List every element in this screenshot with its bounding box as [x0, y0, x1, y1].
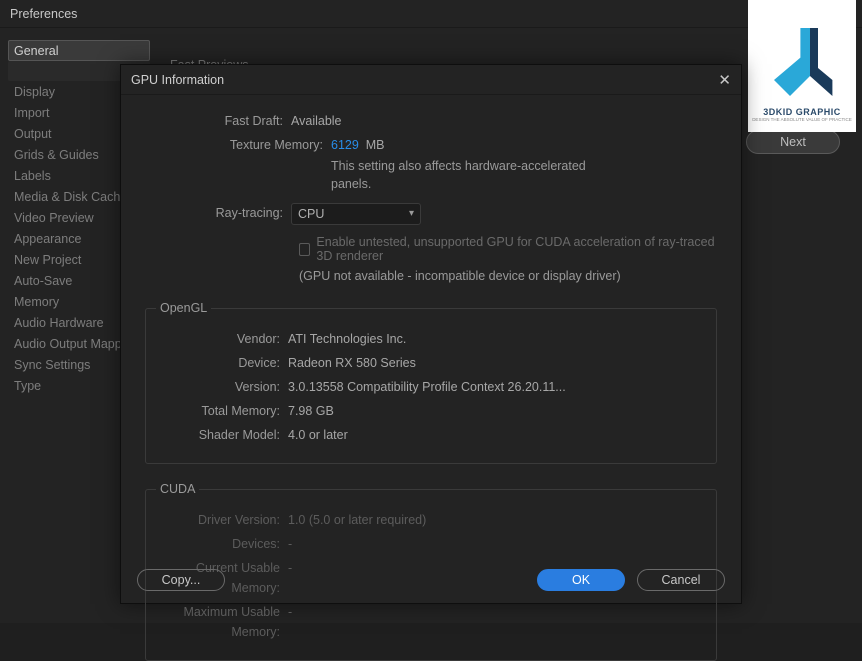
logo-icon — [762, 21, 842, 107]
fast-draft-label: Fast Draft: — [145, 111, 291, 131]
opengl-version-label: Version: — [156, 377, 288, 397]
ray-tracing-label: Ray-tracing: — [145, 203, 291, 223]
opengl-shader-value: 4.0 or later — [288, 425, 706, 445]
cuda-driver-value: 1.0 (5.0 or later required) — [288, 510, 706, 530]
opengl-shader-label: Shader Model: — [156, 425, 288, 445]
opengl-group: OpenGL Vendor: ATI Technologies Inc. Dev… — [145, 301, 717, 464]
dlg-titlebar: GPU Information ✕ — [121, 65, 741, 95]
texture-memory-unit: MB — [366, 138, 385, 152]
logo-text: 3DKID GRAPHIC — [763, 107, 841, 117]
cuda-devices-label: Devices: — [156, 534, 288, 554]
cuda-maxmem-row: Maximum Usable Memory: - — [156, 602, 706, 642]
opengl-vendor-value: ATI Technologies Inc. — [288, 329, 706, 349]
texture-memory-number[interactable]: 6129 — [331, 138, 359, 152]
ok-button[interactable]: OK — [537, 569, 625, 591]
opengl-legend: OpenGL — [156, 301, 211, 315]
texture-note: This setting also affects hardware-accel… — [331, 157, 591, 193]
cuda-maxmem-label: Maximum Usable Memory: — [156, 602, 288, 642]
texture-memory-value: 6129 MB This setting also affects hardwa… — [331, 135, 717, 193]
texture-memory-label: Texture Memory: — [145, 135, 331, 155]
gpu-unavailable-note: (GPU not available - incompatible device… — [299, 269, 717, 283]
enable-gpu-row: Enable untested, unsupported GPU for CUD… — [299, 235, 717, 263]
ray-tracing-row: Ray-tracing: CPU ▾ — [145, 203, 717, 225]
enable-gpu-label: Enable untested, unsupported GPU for CUD… — [316, 235, 717, 263]
opengl-vendor-row: Vendor: ATI Technologies Inc. — [156, 329, 706, 349]
opengl-device-row: Device: Radeon RX 580 Series — [156, 353, 706, 373]
fast-draft-value: Available — [291, 111, 717, 131]
opengl-device-value: Radeon RX 580 Series — [288, 353, 706, 373]
enable-gpu-checkbox[interactable] — [299, 243, 310, 256]
opengl-shader-row: Shader Model: 4.0 or later — [156, 425, 706, 445]
sidebar-item-general[interactable]: General — [8, 40, 150, 61]
ray-tracing-dropdown[interactable]: CPU ▾ — [291, 203, 421, 225]
watermark-logo: 3DKID GRAPHIC DESIGN THE ABSOLUTE VALUE … — [748, 0, 856, 132]
cuda-driver-row: Driver Version: 1.0 (5.0 or later requir… — [156, 510, 706, 530]
cuda-devices-value: - — [288, 534, 706, 554]
copy-button[interactable]: Copy... — [137, 569, 225, 591]
gpu-info-dialog: GPU Information ✕ Fast Draft: Available … — [120, 64, 742, 604]
opengl-vendor-label: Vendor: — [156, 329, 288, 349]
logo-subtext: DESIGN THE ABSOLUTE VALUE OF PRACTICE — [752, 117, 852, 122]
next-button[interactable]: Next — [746, 130, 840, 154]
prefs-titlebar: Preferences ✕ — [0, 0, 862, 28]
cuda-devices-row: Devices: - — [156, 534, 706, 554]
dlg-title: GPU Information — [131, 73, 224, 87]
prefs-title: Preferences — [10, 7, 77, 21]
opengl-device-label: Device: — [156, 353, 288, 373]
dlg-close-icon[interactable]: ✕ — [718, 71, 731, 89]
opengl-memory-label: Total Memory: — [156, 401, 288, 421]
cancel-button[interactable]: Cancel — [637, 569, 725, 591]
chevron-down-icon: ▾ — [409, 204, 414, 224]
cuda-legend: CUDA — [156, 482, 199, 496]
texture-memory-row: Texture Memory: 6129 MB This setting als… — [145, 135, 717, 193]
opengl-version-value: 3.0.13558 Compatibility Profile Context … — [288, 377, 706, 397]
fast-draft-row: Fast Draft: Available — [145, 111, 717, 131]
opengl-version-row: Version: 3.0.13558 Compatibility Profile… — [156, 377, 706, 397]
opengl-memory-row: Total Memory: 7.98 GB — [156, 401, 706, 421]
opengl-memory-value: 7.98 GB — [288, 401, 706, 421]
ray-tracing-value: CPU ▾ — [291, 203, 717, 225]
cuda-driver-label: Driver Version: — [156, 510, 288, 530]
dlg-button-bar: Copy... OK Cancel — [137, 569, 725, 591]
cuda-maxmem-value: - — [288, 602, 706, 622]
ray-tracing-selected: CPU — [298, 204, 324, 224]
